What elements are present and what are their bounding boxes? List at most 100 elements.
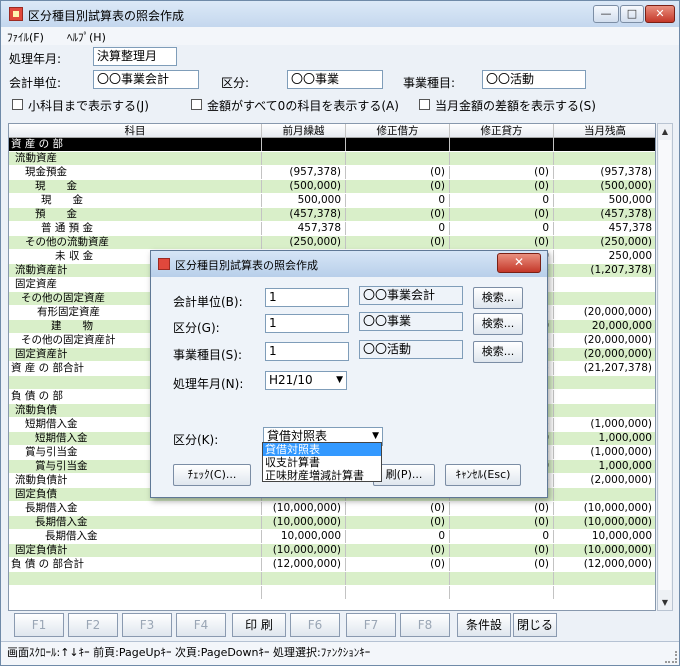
cell-current-balance: (10,000,000)	[554, 516, 655, 529]
print-button[interactable]: 印 刷	[232, 613, 286, 637]
dialog-close-button[interactable]: ✕	[497, 253, 541, 273]
table-row[interactable]	[9, 586, 655, 599]
cell-adj-credit: 0	[450, 530, 554, 543]
dlg-division-search-button[interactable]: 検索...	[473, 313, 523, 335]
cell-current-balance: (1,000,000)	[554, 418, 655, 431]
fkey-f3[interactable]: F3	[122, 613, 172, 637]
cell-current-balance: (21,207,378)	[554, 362, 655, 375]
cell-current-balance	[554, 404, 655, 417]
column-header-account: 科目	[9, 124, 262, 138]
dialog-title-bar: 区分種目別試算表の照会作成 ✕	[151, 251, 547, 277]
fkey-f4[interactable]: F4	[176, 613, 226, 637]
cell-current-balance: (500,000)	[554, 180, 655, 193]
cell-adj-credit: 0	[450, 194, 554, 207]
scroll-thumb[interactable]	[659, 140, 671, 590]
cell-current-balance: (20,000,000)	[554, 348, 655, 361]
cell-adj-credit: (0)	[450, 236, 554, 249]
diff-checkbox[interactable]	[419, 99, 430, 110]
table-row[interactable]: 流動資産	[9, 152, 655, 165]
dlg-print-button[interactable]: 刷(P)...	[373, 464, 435, 486]
dlg-period-select[interactable]: H21/10 ▼	[265, 371, 347, 390]
table-row[interactable]: 固定負債計 (10,000,000) (0) (0) (10,000,000)	[9, 544, 655, 557]
fkey-f1[interactable]: F1	[14, 613, 64, 637]
fkey-f8[interactable]: F8	[400, 613, 450, 637]
dlg-period-value: H21/10	[269, 373, 313, 387]
table-row[interactable]: 資 産 の 部	[9, 138, 655, 151]
maximize-button[interactable]: □	[620, 5, 644, 23]
cell-current-balance: (957,378)	[554, 166, 655, 179]
cell-adj-debit: (0)	[346, 166, 450, 179]
type-option[interactable]: 貸借対照表	[263, 443, 381, 456]
type-option[interactable]: 収支計算書	[263, 456, 381, 469]
resize-gripper-icon[interactable]	[665, 651, 677, 663]
cell-account: 長期借入金	[9, 502, 262, 515]
dlg-type-value: 貸借対照表	[267, 429, 328, 443]
cell-adj-debit: (0)	[346, 558, 450, 571]
dlg-division-name: 〇〇事業	[359, 312, 463, 331]
table-row[interactable]: 長期借入金 (10,000,000) (0) (0) (10,000,000)	[9, 516, 655, 529]
dialog-app-icon	[158, 258, 170, 270]
table-row[interactable]: 負 債 の 部合計 (12,000,000) (0) (0) (12,000,000)	[9, 558, 655, 571]
dlg-check-button[interactable]: ﾁｪｯｸ(C)...	[173, 464, 251, 486]
cell-account: 普 通 預 金	[9, 222, 262, 235]
table-row[interactable]: 現 金 500,000 0 0 500,000	[9, 194, 655, 207]
cell-prev-balance: (457,378)	[262, 208, 346, 221]
cell-current-balance: (10,000,000)	[554, 502, 655, 515]
scroll-down-icon[interactable]: ▼	[658, 595, 672, 610]
column-header-prev-balance: 前月繰越	[262, 124, 346, 138]
fkey-f2[interactable]: F2	[68, 613, 118, 637]
scroll-up-icon[interactable]: ▲	[658, 124, 672, 139]
table-row[interactable]: その他の流動資産 (250,000) (0) (0) (250,000)	[9, 236, 655, 249]
cell-adj-debit: 0	[346, 194, 450, 207]
dlg-unit-code-input[interactable]: 1	[265, 288, 349, 307]
menu-help[interactable]: ﾍﾙﾌﾟ(H)	[67, 29, 106, 45]
cell-current-balance	[554, 152, 655, 165]
menu-file[interactable]: ﾌｧｲﾙ(F)	[7, 29, 44, 45]
cell-adj-credit: (0)	[450, 208, 554, 221]
cell-current-balance	[554, 138, 655, 151]
dlg-unit-name: 〇〇事業会計	[359, 286, 463, 305]
table-row[interactable]: 長期借入金 (10,000,000) (0) (0) (10,000,000)	[9, 502, 655, 515]
cell-prev-balance: (12,000,000)	[262, 558, 346, 571]
category-field: 〇〇活動	[482, 70, 586, 89]
table-row[interactable]: 普 通 預 金 457,378 0 0 457,378	[9, 222, 655, 235]
table-row[interactable]: 現 金 (500,000) (0) (0) (500,000)	[9, 180, 655, 193]
type-option[interactable]: 正味財産増減計算書	[263, 469, 381, 482]
minimize-button[interactable]: —	[593, 5, 619, 23]
dlg-unit-search-button[interactable]: 検索...	[473, 287, 523, 309]
cell-prev-balance: 10,000,000	[262, 530, 346, 543]
fkey-f6[interactable]: F6	[290, 613, 340, 637]
cell-current-balance: (20,000,000)	[554, 306, 655, 319]
cell-current-balance	[554, 390, 655, 403]
vertical-scrollbar[interactable]: ▲ ▼	[657, 123, 673, 611]
cell-current-balance: 1,000,000	[554, 460, 655, 473]
table-row[interactable]: 預 金 (457,378) (0) (0) (457,378)	[9, 208, 655, 221]
cell-account: 資 産 の 部	[9, 138, 262, 151]
dlg-category-search-button[interactable]: 検索...	[473, 341, 523, 363]
cell-prev-balance: (10,000,000)	[262, 544, 346, 557]
cell-account	[9, 572, 262, 585]
cell-adj-debit: (0)	[346, 516, 450, 529]
close-button[interactable]: ✕	[645, 5, 675, 23]
column-header-adj-debit: 修正借方	[346, 124, 450, 138]
table-row[interactable]: 現金預金 (957,378) (0) (0) (957,378)	[9, 166, 655, 179]
cell-prev-balance	[262, 586, 346, 599]
cell-current-balance	[554, 278, 655, 291]
conditions-button[interactable]: 条件設	[457, 613, 511, 637]
dlg-category-code-input[interactable]: 1	[265, 342, 349, 361]
cell-adj-credit: 0	[450, 222, 554, 235]
dlg-division-code-input[interactable]: 1	[265, 314, 349, 333]
cell-adj-debit: 0	[346, 222, 450, 235]
table-row[interactable]	[9, 572, 655, 585]
zero-accounts-checkbox[interactable]	[191, 99, 202, 110]
cell-account: 長期借入金	[9, 530, 262, 543]
cell-current-balance	[554, 488, 655, 501]
dlg-cancel-button[interactable]: ｷｬﾝｾﾙ(Esc)	[445, 464, 521, 486]
close-window-button[interactable]: 閉じる	[513, 613, 557, 637]
cell-current-balance: 457,378	[554, 222, 655, 235]
cell-current-balance: 20,000,000	[554, 320, 655, 333]
table-row[interactable]: 長期借入金 10,000,000 0 0 10,000,000	[9, 530, 655, 543]
subaccount-checkbox[interactable]	[12, 99, 23, 110]
cell-adj-debit: (0)	[346, 180, 450, 193]
fkey-f7[interactable]: F7	[346, 613, 396, 637]
